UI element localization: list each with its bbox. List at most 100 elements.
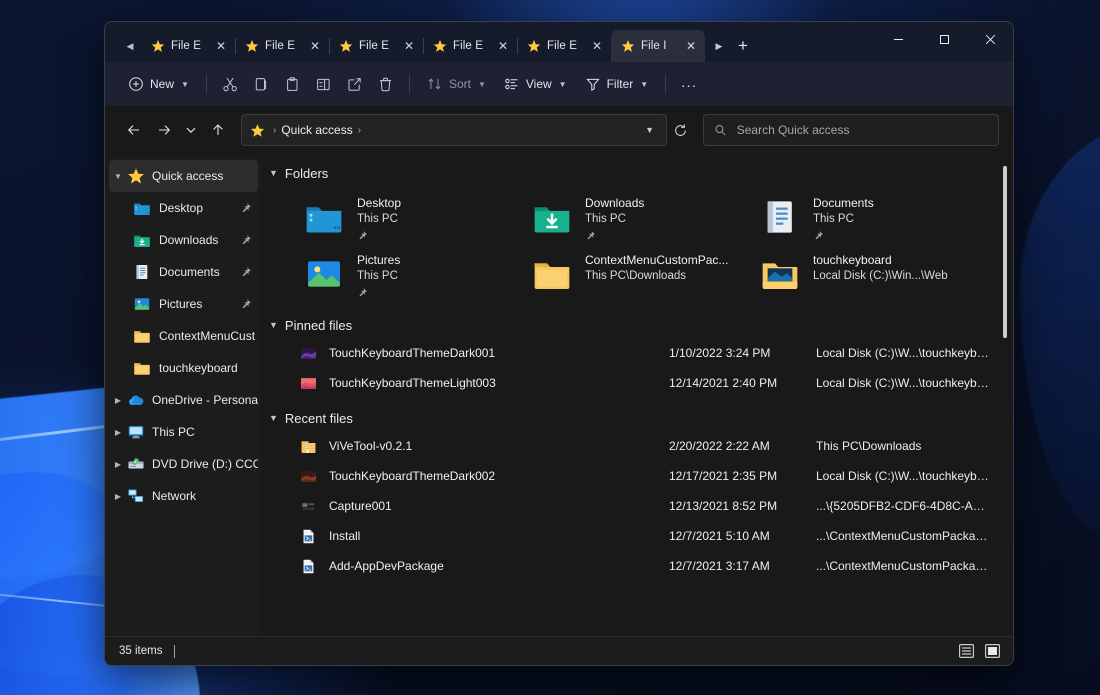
content-scrollbar-track[interactable]: [1006, 160, 1010, 630]
file-date: 12/7/2021 5:10 AM: [669, 529, 816, 543]
tab-close-icon[interactable]: ✕: [307, 38, 323, 54]
sidebar-item-quick-access[interactable]: ▼Quick access: [109, 160, 258, 192]
tab-0[interactable]: File E✕: [141, 30, 235, 62]
pin-icon[interactable]: [357, 228, 401, 246]
minimize-button[interactable]: [875, 22, 921, 56]
folder-tile[interactable]: Pictures This PC: [278, 249, 506, 306]
chevron-down-icon: ▼: [559, 80, 567, 89]
pin-icon[interactable]: [357, 285, 400, 303]
pin-icon[interactable]: [585, 228, 644, 246]
pin-icon[interactable]: [240, 266, 258, 278]
maximize-button[interactable]: [921, 22, 967, 56]
chevron-right-icon[interactable]: ▶: [109, 460, 127, 469]
sidebar-item-contextmenucust[interactable]: ContextMenuCust: [109, 320, 258, 352]
folder-icon: [133, 359, 151, 377]
tab-5-active[interactable]: File I✕: [611, 30, 705, 62]
recent-files-section-header[interactable]: ▼ Recent files: [262, 405, 1013, 431]
navigation-pane: ▼Quick accessDesktopDownloadsDocumentsPi…: [105, 154, 262, 636]
tab-close-icon[interactable]: ✕: [589, 38, 605, 54]
content-scrollbar-thumb[interactable]: [1003, 166, 1007, 338]
folder-tile[interactable]: Documents This PC: [734, 192, 962, 249]
tab-close-icon[interactable]: ✕: [683, 38, 699, 54]
file-row[interactable]: TouchKeyboardThemeDark0011/10/2022 3:24 …: [262, 338, 1013, 368]
sidebar-item-pictures[interactable]: Pictures: [109, 288, 258, 320]
copy-icon: [253, 76, 270, 93]
breadcrumb-current[interactable]: Quick access: [281, 123, 352, 137]
new-button[interactable]: New ▼: [119, 69, 198, 99]
sidebar-item-network[interactable]: ▶Network: [109, 480, 258, 512]
pinned-files-section-header[interactable]: ▼ Pinned files: [262, 312, 1013, 338]
tab-scroll-left-icon[interactable]: ◀: [119, 30, 141, 62]
file-path: This PC\Downloads: [816, 439, 1013, 453]
file-path: ...\{5205DFB2-CDF6-4D8C-A0B1-3...: [816, 499, 1013, 513]
chevron-right-icon[interactable]: ▶: [109, 492, 127, 501]
new-tab-button[interactable]: +: [729, 30, 757, 62]
search-box[interactable]: [703, 114, 999, 146]
folders-section-header[interactable]: ▼ Folders: [262, 160, 1013, 186]
cut-button[interactable]: [215, 69, 246, 99]
pin-icon[interactable]: [813, 228, 874, 246]
chevron-right-icon[interactable]: ▶: [109, 396, 127, 405]
tab-close-icon[interactable]: ✕: [495, 38, 511, 54]
network-icon: [127, 487, 145, 505]
recent-locations-button[interactable]: [179, 115, 203, 145]
sidebar-item-documents[interactable]: Documents: [109, 256, 258, 288]
chevron-down-icon[interactable]: ▼: [109, 172, 127, 181]
sidebar-item-this-pc[interactable]: ▶This PC: [109, 416, 258, 448]
share-icon: [346, 76, 363, 93]
view-button[interactable]: View ▼: [495, 69, 576, 99]
rename-icon: [315, 76, 332, 93]
filter-button[interactable]: Filter ▼: [576, 69, 658, 99]
chevron-down-icon: [185, 124, 197, 136]
sort-button[interactable]: Sort ▼: [418, 69, 495, 99]
close-button[interactable]: [967, 22, 1013, 56]
file-row[interactable]: ViVeTool-v0.2.12/20/2022 2:22 AMThis PC\…: [262, 431, 1013, 461]
details-view-button[interactable]: [955, 641, 977, 661]
pin-icon[interactable]: [240, 234, 258, 246]
tab-3[interactable]: File E✕: [423, 30, 517, 62]
file-row[interactable]: Install12/7/2021 5:10 AM...\ContextMenuC…: [262, 521, 1013, 551]
sidebar-item-dvd-drive-d-ccco[interactable]: ▶DVD Drive (D:) CCCO: [109, 448, 258, 480]
tab-2[interactable]: File E ✕: [329, 30, 423, 62]
breadcrumb-bar[interactable]: › Quick access › ▼: [241, 114, 667, 146]
forward-button[interactable]: [149, 115, 179, 145]
pin-icon[interactable]: [240, 298, 258, 310]
tab-1[interactable]: File E✕: [235, 30, 329, 62]
up-button[interactable]: [203, 115, 233, 145]
file-row[interactable]: Add-AppDevPackage12/7/2021 3:17 AM...\Co…: [262, 551, 1013, 581]
sidebar-item-desktop[interactable]: Desktop: [109, 192, 258, 224]
large-icons-view-button[interactable]: [981, 641, 1003, 661]
folder-tile[interactable]: Downloads This PC: [506, 192, 734, 249]
chevron-down-icon: ▼: [269, 168, 278, 178]
folder-tile[interactable]: Desktop This PC: [278, 192, 506, 249]
file-row[interactable]: TouchKeyboardThemeDark00212/17/2021 2:35…: [262, 461, 1013, 491]
tab-close-icon[interactable]: ✕: [213, 38, 229, 54]
tab-scroll-right-icon[interactable]: ▶: [709, 30, 729, 62]
breadcrumb-separator-2[interactable]: ›: [353, 125, 366, 136]
search-input[interactable]: [735, 122, 988, 138]
chevron-down-icon: ▼: [640, 80, 648, 89]
folder-tile[interactable]: ContextMenuCustomPac... This PC\Download…: [506, 249, 734, 306]
more-options-button[interactable]: ...: [674, 69, 704, 99]
copy-button[interactable]: [246, 69, 277, 99]
sidebar-item-onedrive-personal[interactable]: ▶OneDrive - Personal: [109, 384, 258, 416]
paste-icon: [284, 76, 301, 93]
tab-label: File E: [359, 40, 395, 52]
file-row[interactable]: TouchKeyboardThemeLight00312/14/2021 2:4…: [262, 368, 1013, 398]
back-button[interactable]: [119, 115, 149, 145]
delete-button[interactable]: [370, 69, 401, 99]
refresh-button[interactable]: [667, 123, 693, 138]
file-explorer-window: ◀ File E✕File E✕File E✕File E✕File E✕Fil…: [104, 21, 1014, 666]
sidebar-item-touchkeyboard[interactable]: touchkeyboard: [109, 352, 258, 384]
tab-4[interactable]: File E✕: [517, 30, 611, 62]
pin-icon[interactable]: [240, 202, 258, 214]
share-button[interactable]: [339, 69, 370, 99]
folder-tile[interactable]: touchkeyboard Local Disk (C:)\Win...\Web: [734, 249, 962, 306]
chevron-right-icon[interactable]: ▶: [109, 428, 127, 437]
file-row[interactable]: Capture00112/13/2021 8:52 PM...\{5205DFB…: [262, 491, 1013, 521]
sidebar-item-downloads[interactable]: Downloads: [109, 224, 258, 256]
breadcrumb-chevron-down-icon[interactable]: ▼: [637, 125, 662, 135]
rename-button[interactable]: [308, 69, 339, 99]
tab-close-icon[interactable]: ✕: [401, 38, 417, 54]
paste-button[interactable]: [277, 69, 308, 99]
